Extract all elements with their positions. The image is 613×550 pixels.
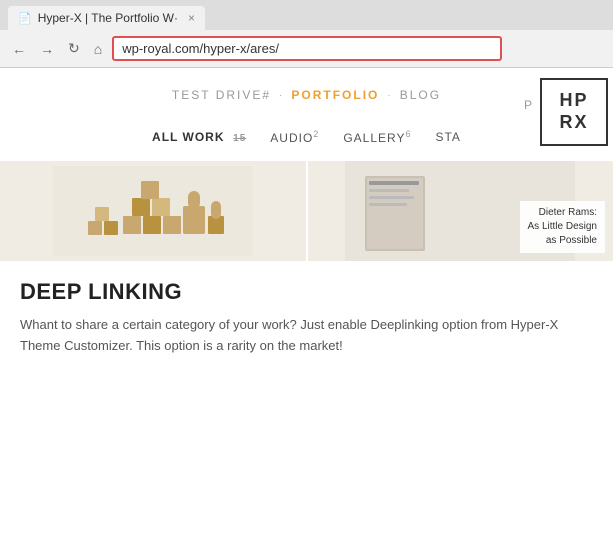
item-overlay-title: Dieter Rams: bbox=[528, 206, 597, 220]
filter-audio[interactable]: AUDIO2 bbox=[258, 125, 331, 149]
address-bar: ← → ↻ ⌂ wp-royal.com/hyper-x/ares/ bbox=[0, 30, 613, 67]
filter-gallery-count: 6 bbox=[405, 129, 411, 139]
item-overlay-subtitle: As Little Design bbox=[528, 220, 597, 234]
filter-tabs: ALL WORK 15 AUDIO2 GALLERY6 STA bbox=[0, 117, 613, 161]
tab-title: Hyper-X | The Portfolio W· bbox=[38, 11, 178, 25]
nav-portfolio[interactable]: PORTFOLIO bbox=[291, 88, 379, 102]
back-button[interactable]: ← bbox=[8, 39, 30, 59]
logo-bottom: RX bbox=[559, 112, 588, 134]
portfolio-item-1-image bbox=[0, 161, 306, 261]
logo-top: HP bbox=[559, 90, 588, 112]
description-body: Whant to share a certain category of you… bbox=[20, 315, 593, 357]
nav-dot-2: · bbox=[387, 90, 391, 101]
browser-chrome: 📄 Hyper-X | The Portfolio W· × ← → ↻ ⌂ w… bbox=[0, 0, 613, 68]
nav-test-drive[interactable]: TEST DRIVE# bbox=[172, 88, 271, 102]
browser-tab[interactable]: 📄 Hyper-X | The Portfolio W· × bbox=[8, 6, 205, 30]
tab-favicon: 📄 bbox=[18, 12, 32, 25]
page-content: TEST DRIVE# · PORTFOLIO · BLOG HP RX P A… bbox=[0, 68, 613, 546]
filter-sta[interactable]: STA bbox=[423, 126, 472, 148]
filter-sta-label: STA bbox=[435, 130, 460, 144]
filter-audio-label: AUDIO bbox=[270, 131, 313, 145]
description-heading: DEEP LINKING bbox=[20, 279, 593, 305]
filter-gallery-label: GALLERY bbox=[343, 131, 405, 145]
home-button[interactable]: ⌂ bbox=[90, 39, 106, 59]
filter-gallery[interactable]: GALLERY6 bbox=[331, 125, 423, 149]
description-section: DEEP LINKING Whant to share a certain ca… bbox=[0, 261, 613, 375]
filter-all-work-label: ALL WORK bbox=[152, 130, 224, 144]
toy-blocks-svg bbox=[53, 166, 253, 256]
portfolio-item-2-overlay: Dieter Rams: As Little Design as Possibl… bbox=[520, 201, 605, 253]
portfolio-item-1[interactable] bbox=[0, 161, 306, 261]
filter-audio-count: 2 bbox=[313, 129, 319, 139]
nav-dot-1: · bbox=[279, 90, 283, 101]
nav-blog[interactable]: BLOG bbox=[400, 88, 441, 102]
portfolio-grid: Dieter Rams: As Little Design as Possibl… bbox=[0, 161, 613, 261]
nav-extra-item[interactable]: P bbox=[524, 98, 533, 112]
portfolio-item-2[interactable]: Dieter Rams: As Little Design as Possibl… bbox=[308, 161, 613, 261]
filter-all-work-count: 15 bbox=[233, 133, 246, 144]
site-nav: TEST DRIVE# · PORTFOLIO · BLOG HP RX P bbox=[0, 68, 613, 117]
site-logo[interactable]: HP RX bbox=[540, 78, 608, 146]
nav-links: TEST DRIVE# · PORTFOLIO · BLOG bbox=[172, 88, 441, 102]
forward-button[interactable]: → bbox=[36, 39, 58, 59]
item-overlay-suffix: as Possible bbox=[528, 234, 597, 248]
refresh-button[interactable]: ↻ bbox=[64, 38, 84, 59]
url-input[interactable]: wp-royal.com/hyper-x/ares/ bbox=[112, 36, 502, 61]
tab-bar: 📄 Hyper-X | The Portfolio W· × bbox=[0, 0, 613, 30]
tab-close-button[interactable]: × bbox=[188, 11, 195, 25]
filter-all-work[interactable]: ALL WORK 15 bbox=[140, 126, 258, 148]
